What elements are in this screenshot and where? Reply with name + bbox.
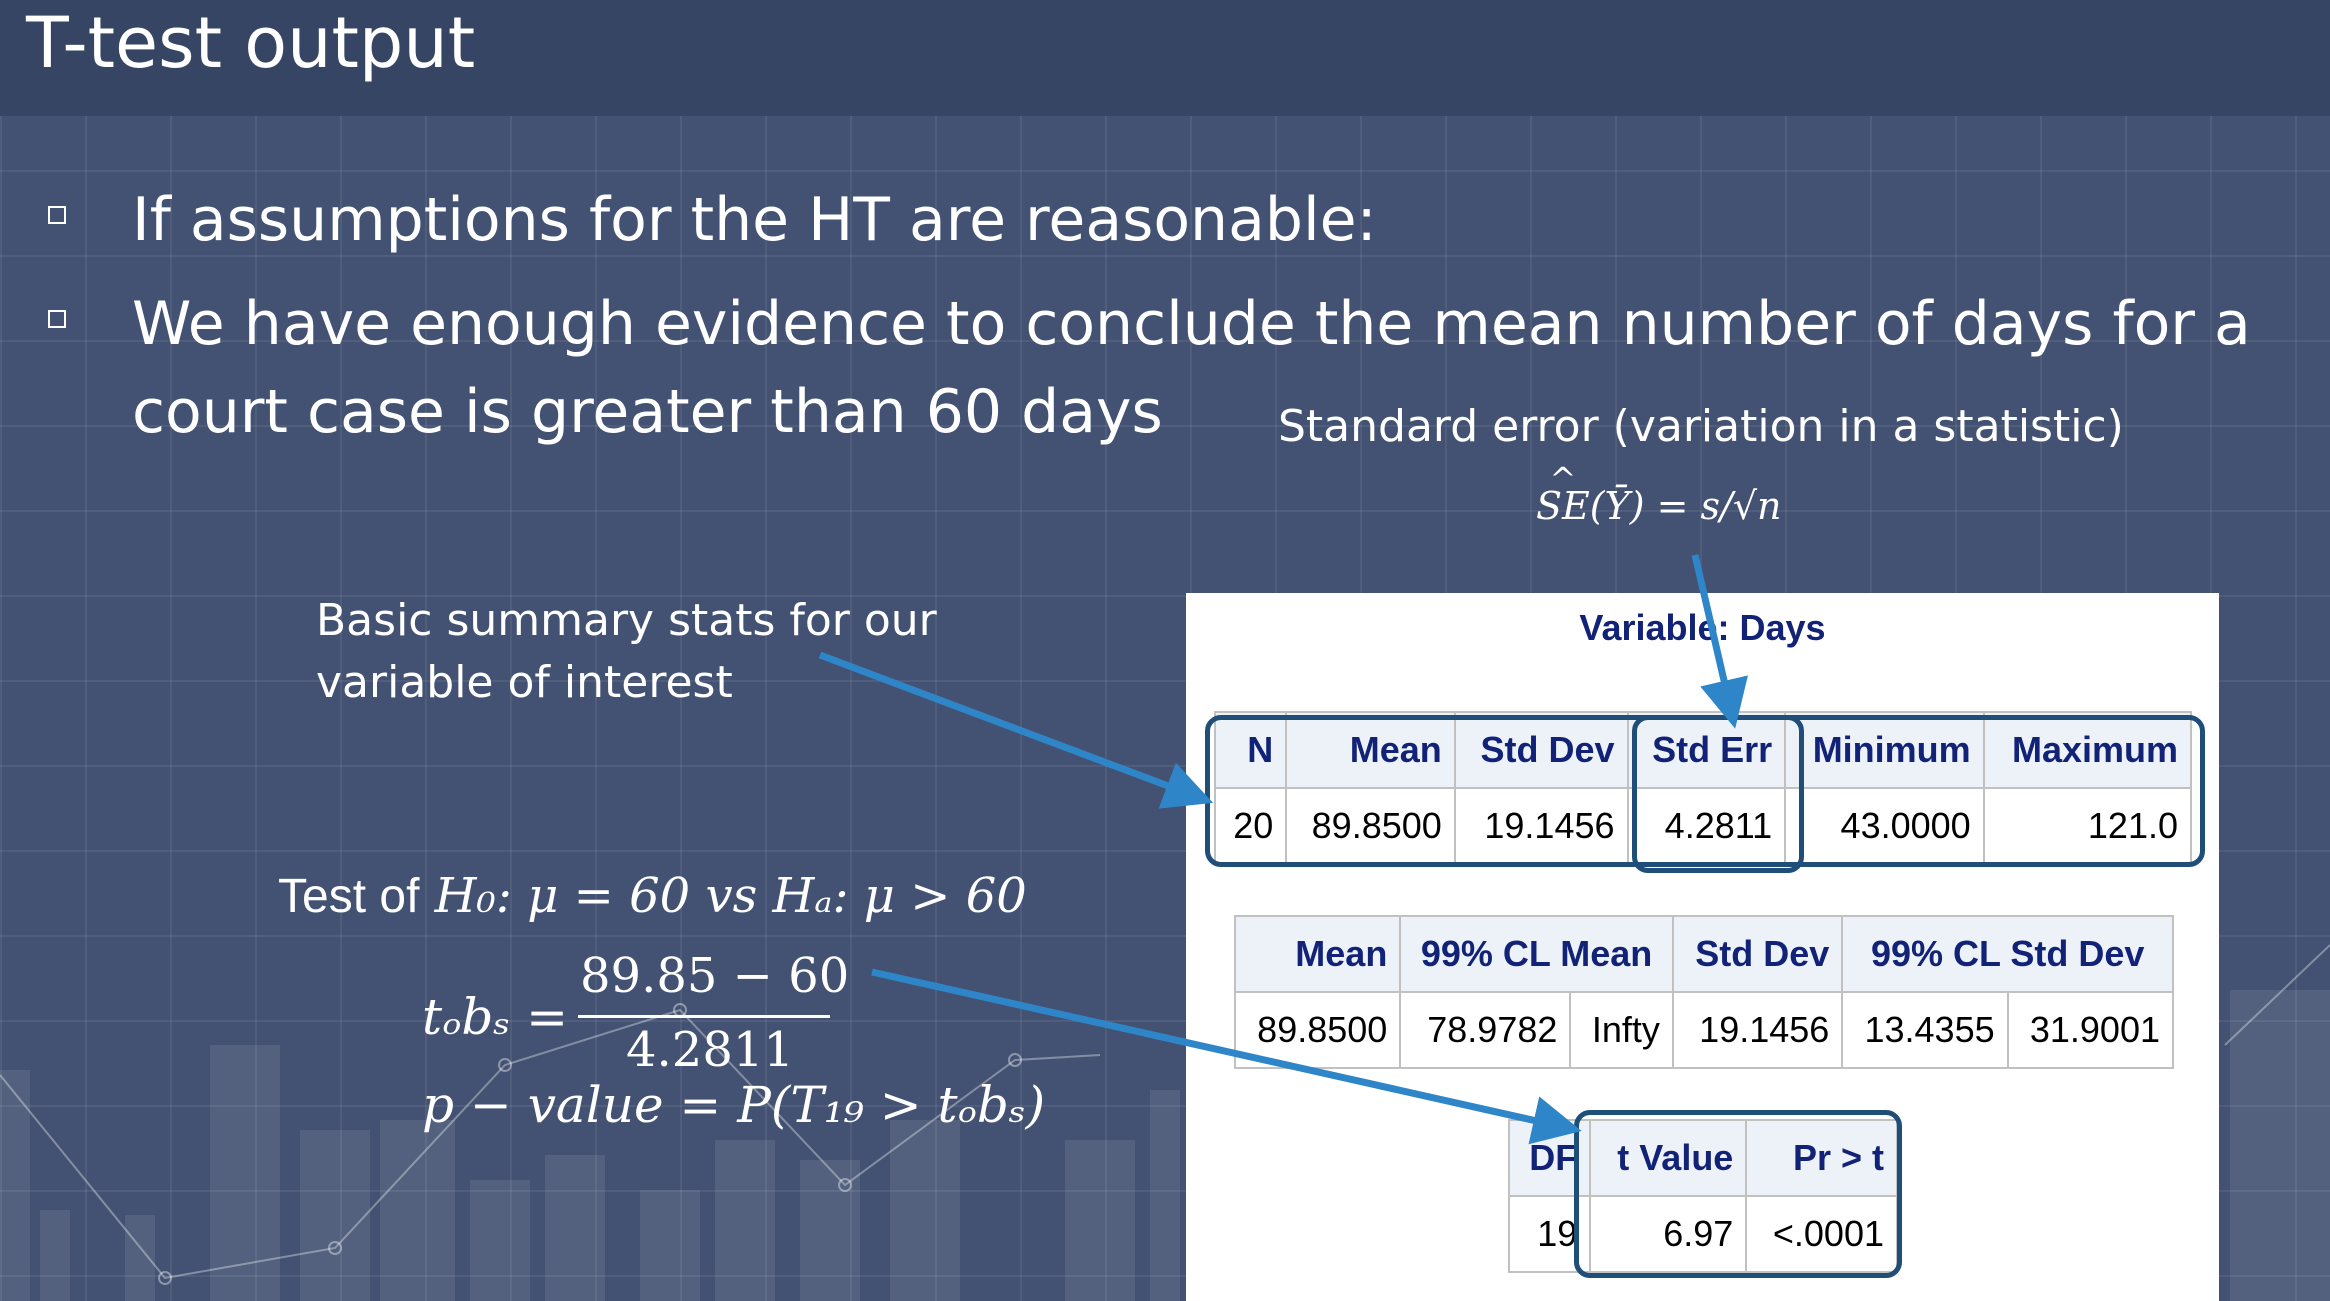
arrow-icon [818, 651, 1214, 809]
arrow-icon [1691, 554, 1748, 729]
arrow-icon [871, 968, 1582, 1145]
arrows-overlay [818, 554, 1748, 1145]
